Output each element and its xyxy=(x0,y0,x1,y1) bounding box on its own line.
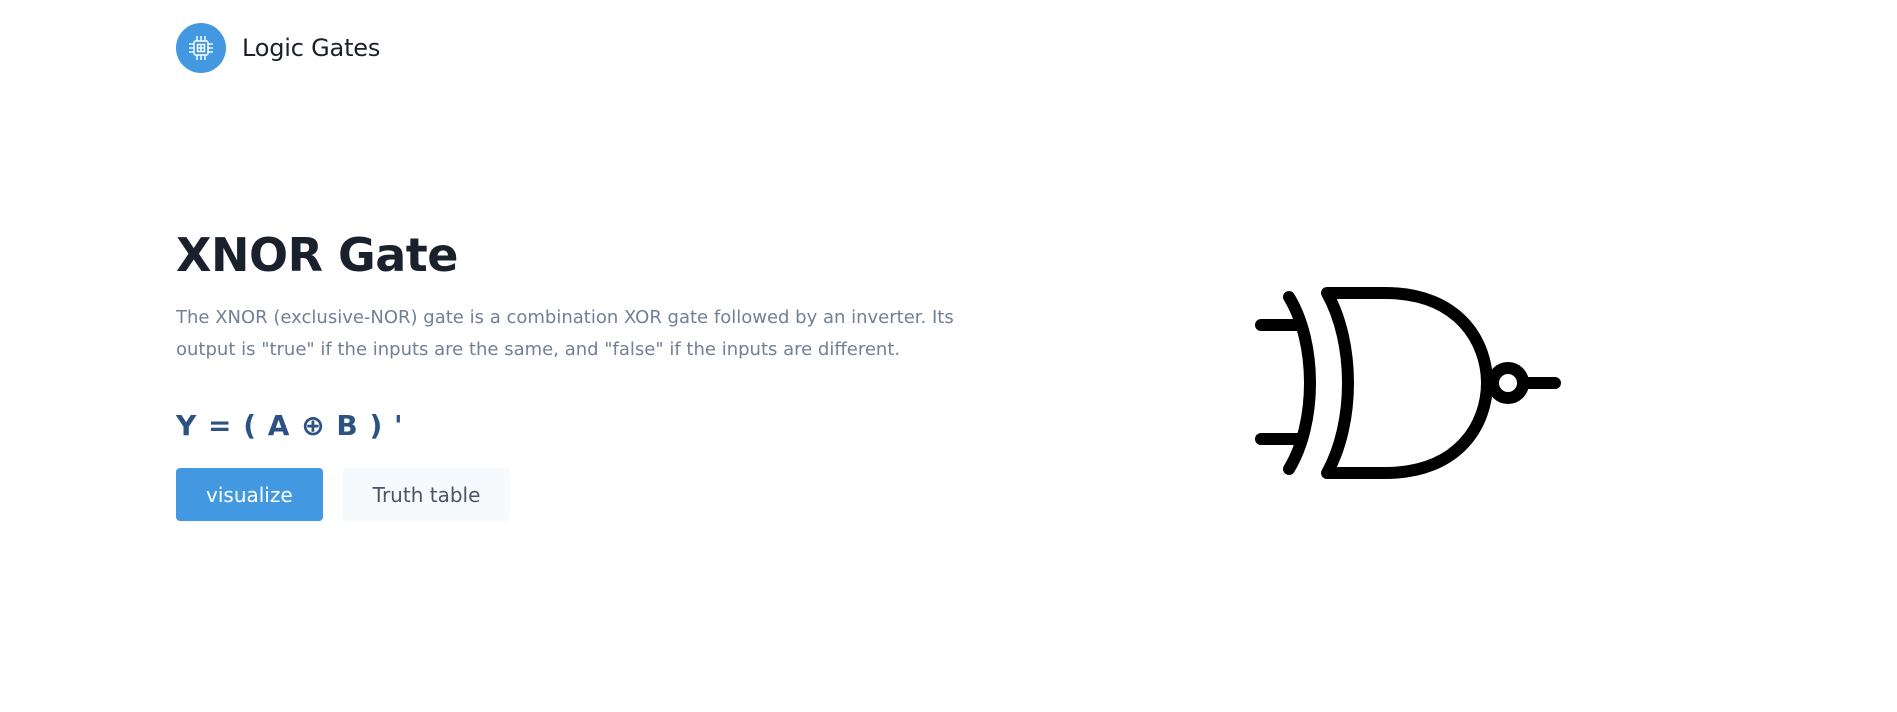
visualize-button[interactable]: visualize xyxy=(176,468,323,521)
brand-name: Logic Gates xyxy=(242,34,381,62)
hero-section: XNOR Gate The XNOR (exclusive-NOR) gate … xyxy=(176,222,976,521)
cpu-chip-icon xyxy=(176,23,226,73)
action-buttons: visualize Truth table xyxy=(176,468,976,521)
page-title: XNOR Gate xyxy=(176,228,459,282)
page: Logic Gates XNOR Gate The XNOR (exclusiv… xyxy=(0,0,1897,712)
truth-table-button[interactable]: Truth table xyxy=(342,468,511,521)
gate-formula: Y = ( A ⊕ B ) ' xyxy=(176,409,404,442)
xnor-gate-icon xyxy=(1255,283,1575,487)
brand-link[interactable]: Logic Gates xyxy=(176,23,380,73)
gate-description: The XNOR (exclusive-NOR) gate is a combi… xyxy=(176,307,954,360)
